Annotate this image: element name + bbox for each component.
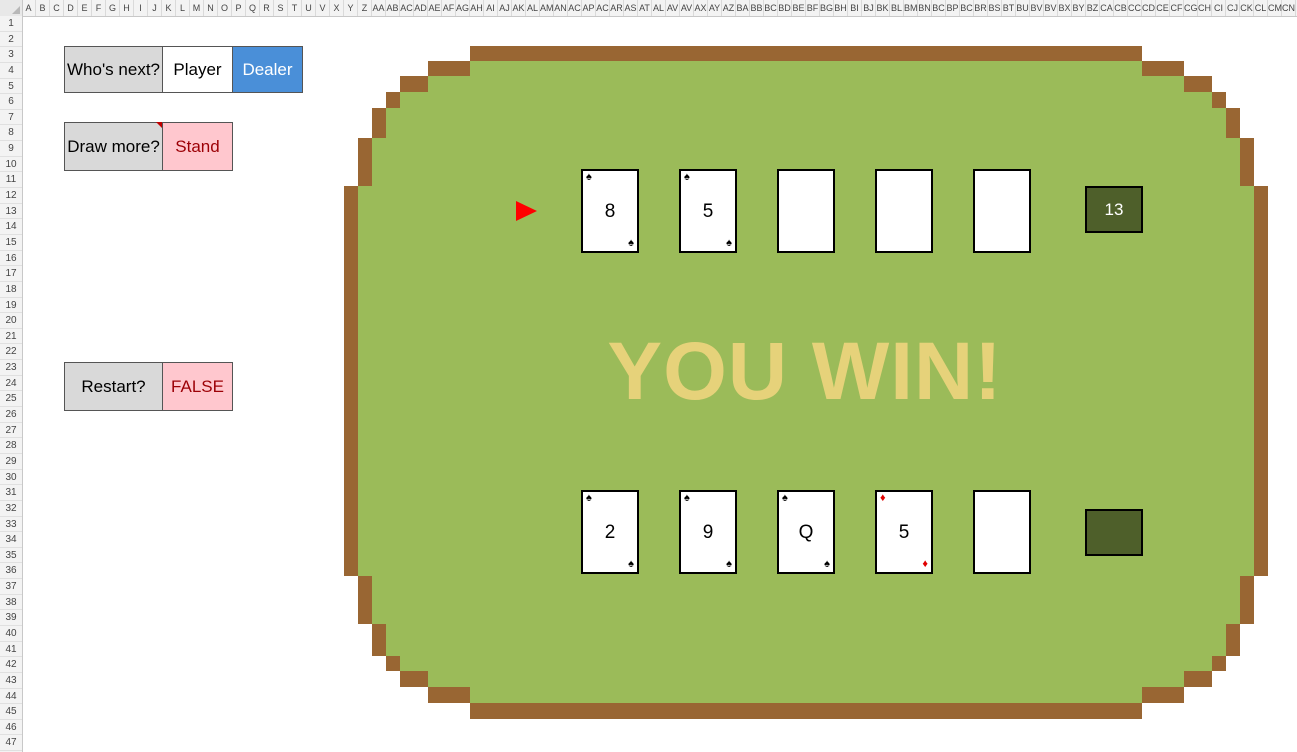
card-rank: 5 (702, 201, 714, 222)
card-suit-icon: ♠ (684, 171, 690, 183)
card-rank: 5 (898, 522, 910, 543)
card-rank: 9 (702, 522, 714, 543)
player-card-5 (973, 490, 1031, 574)
card-suit-icon: ♠ (726, 558, 732, 570)
player-score-box (1085, 509, 1143, 556)
result-message: YOU WIN! (607, 326, 1003, 417)
card-suit-icon: ♠ (726, 237, 732, 249)
dealer-card-1: ♠ 8 ♠ (581, 169, 639, 253)
card-suit-icon: ♠ (824, 558, 830, 570)
player-card-4: ♦ 5 ♦ (875, 490, 933, 574)
card-suit-icon: ♠ (628, 558, 634, 570)
turn-pointer-icon (516, 201, 537, 221)
dealer-card-4 (875, 169, 933, 253)
card-suit-icon: ♦ (880, 492, 886, 504)
dealer-score-box: 13 (1085, 186, 1143, 233)
player-card-3: ♠ Q ♠ (777, 490, 835, 574)
card-suit-icon: ♠ (684, 492, 690, 504)
dealer-card-3 (777, 169, 835, 253)
dealer-card-2: ♠ 5 ♠ (679, 169, 737, 253)
card-rank: Q (798, 522, 814, 543)
card-suit-icon: ♠ (782, 492, 788, 504)
player-card-2: ♠ 9 ♠ (679, 490, 737, 574)
card-rank: 8 (604, 201, 616, 222)
card-suit-icon: ♠ (628, 237, 634, 249)
player-card-1: ♠ 2 ♠ (581, 490, 639, 574)
dealer-card-5 (973, 169, 1031, 253)
card-suit-icon: ♠ (586, 492, 592, 504)
select-all-corner[interactable] (0, 0, 23, 16)
card-rank: 2 (604, 522, 616, 543)
card-suit-icon: ♠ (586, 171, 592, 183)
card-suit-icon: ♦ (922, 558, 928, 570)
